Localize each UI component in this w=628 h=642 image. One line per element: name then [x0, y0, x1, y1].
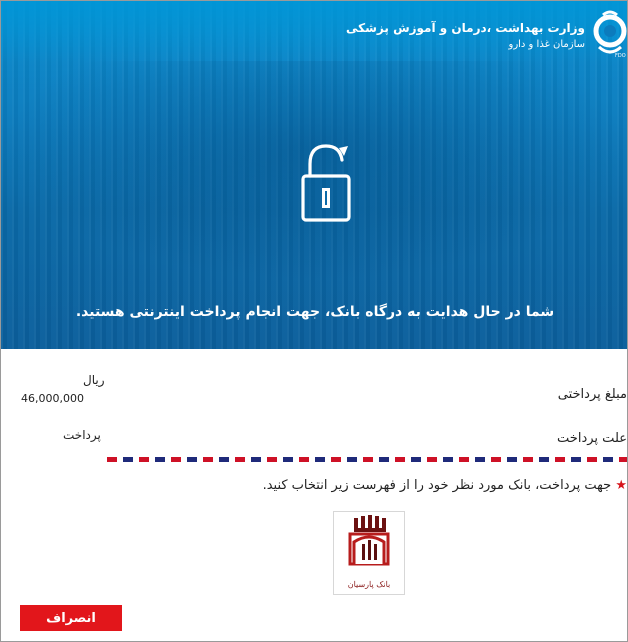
bank-parsian-logo	[348, 515, 390, 566]
cancel-button[interactable]: انصراف	[20, 605, 122, 631]
payment-redirect-page: FDO وزارت بهداشت ،درمان و آموزش پزشکی سا…	[0, 0, 628, 642]
currency-label: ریال	[83, 373, 105, 387]
amount-label: مبلغ پرداختی	[557, 387, 627, 402]
reason-label: علت پرداخت	[557, 431, 627, 446]
bank-select-instruction: ★ جهت پرداخت، بانک مورد نظر خود را از فه…	[263, 478, 627, 493]
required-star-icon: ★	[615, 478, 627, 493]
unlock-icon	[294, 138, 358, 224]
bank-option-parsian[interactable]: بانک پارسیان	[333, 511, 405, 595]
org-subtitle: سازمان غذا و دارو	[508, 39, 585, 50]
reason-value: پرداخت	[63, 428, 101, 442]
hero-banner: FDO وزارت بهداشت ،درمان و آموزش پزشکی سا…	[1, 1, 627, 349]
instruction-text: جهت پرداخت، بانک مورد نظر خود را از فهرس…	[262, 478, 612, 493]
amount-value: 46,000,000	[21, 392, 84, 405]
ministry-logo-icon: FDO	[593, 7, 627, 59]
svg-text:FDO: FDO	[615, 53, 626, 59]
org-name: وزارت بهداشت ،درمان و آموزش پزشکی	[346, 21, 585, 35]
airmail-divider	[107, 457, 627, 462]
bank-name: بانک پارسیان	[347, 580, 391, 589]
redirect-message: شما در حال هدایت به درگاه بانک، جهت انجا…	[75, 304, 555, 320]
